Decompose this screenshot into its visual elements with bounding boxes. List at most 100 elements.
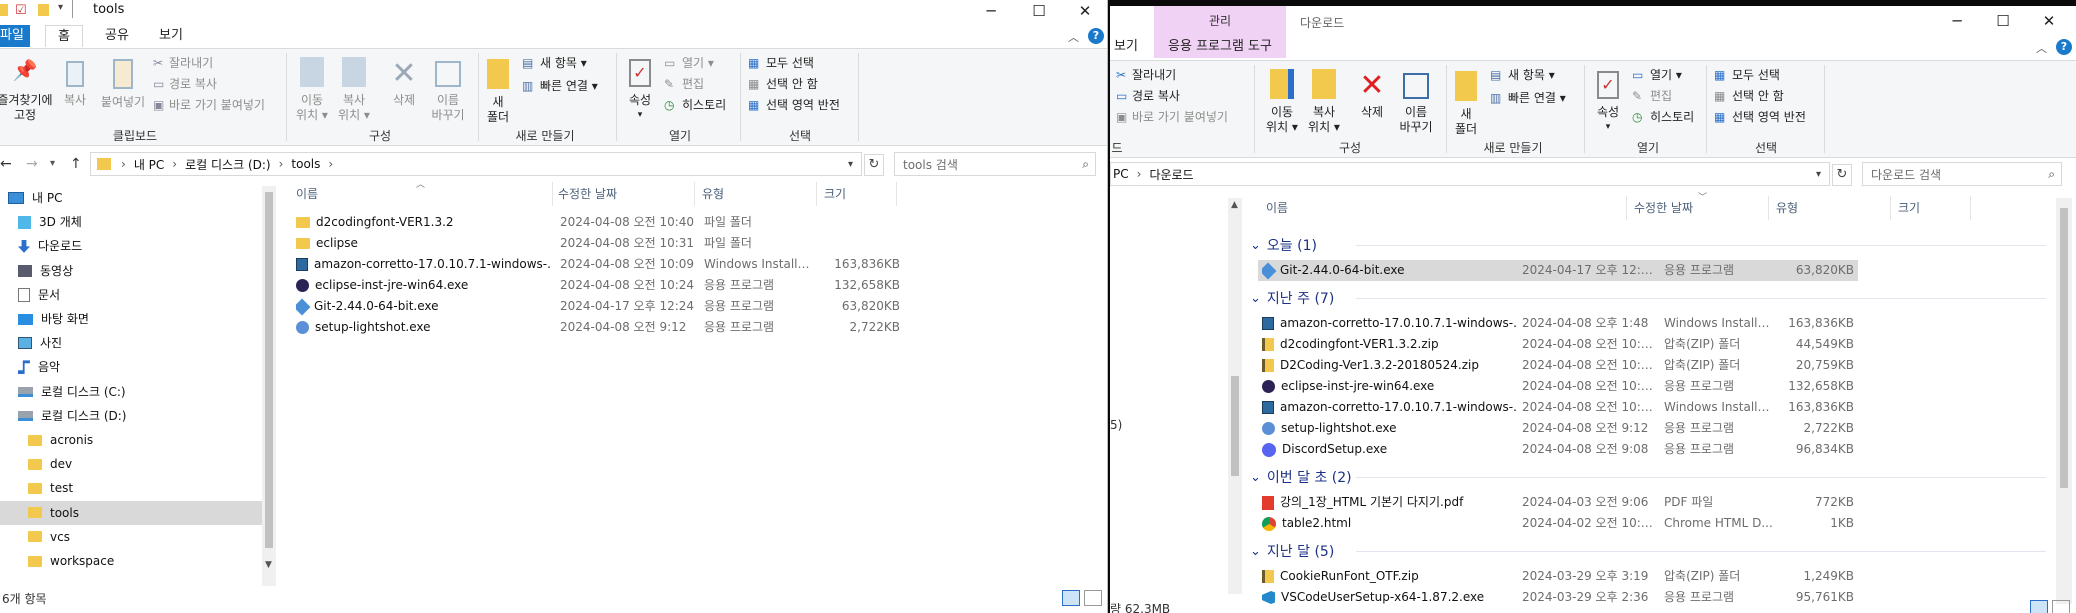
new-folder-button[interactable]: 새 폴더 bbox=[482, 57, 514, 125]
breadcrumb-item[interactable]: 다운로드 bbox=[1149, 166, 1193, 183]
file-row[interactable]: VSCodeUserSetup-x64-1.87.2.exe 2024-03-29… bbox=[1258, 587, 1858, 608]
easy-access-button[interactable]: ▥ 빠른 연결 ▾ bbox=[522, 76, 598, 96]
nav-item[interactable]: 내 PC bbox=[0, 186, 262, 210]
refresh-icon[interactable]: ↻ bbox=[864, 154, 884, 176]
tab-home[interactable]: 홈 bbox=[45, 25, 83, 47]
column-header-type[interactable]: 유형 bbox=[702, 182, 724, 206]
nav-item[interactable]: test bbox=[0, 476, 262, 500]
history-button[interactable]: ◷ 히스토리 bbox=[1632, 107, 1694, 127]
column-header-type[interactable]: 유형 bbox=[1776, 196, 1798, 220]
rename-button[interactable]: 이름 바꾸기 bbox=[428, 57, 468, 123]
file-row[interactable]: eclipse-inst-jre-win64.exe 2024-04-08 오전 … bbox=[296, 275, 900, 296]
column-header-date[interactable]: 수정한 날짜 bbox=[558, 182, 617, 206]
paste-shortcut-button[interactable]: ▣ 바로 가기 붙여넣기 bbox=[1116, 107, 1228, 127]
back-arrow-icon[interactable]: ← bbox=[0, 156, 12, 172]
pin-quick-access-button[interactable]: 📌 즐겨찾기에 고정 bbox=[0, 60, 54, 123]
file-row[interactable]: DiscordSetup.exe 2024-04-08 오전 9:08 응용 프로그… bbox=[1258, 439, 1858, 460]
open-button[interactable]: ▭ 열기 ▾ bbox=[1632, 65, 1682, 85]
column-header-name[interactable]: 이름 bbox=[1266, 196, 1288, 220]
group-header[interactable]: ⌄ 지난 주 (7) bbox=[1250, 287, 1334, 309]
copy-to-button[interactable]: 복사 위치 ▾ bbox=[334, 57, 374, 123]
scroll-up-arrow-icon[interactable]: ▲ bbox=[1231, 200, 1238, 210]
file-row[interactable]: Git-2.44.0-64-bit.exe 2024-04-17 오후 12:24… bbox=[296, 296, 900, 317]
move-to-button[interactable]: 이동 위치 ▾ bbox=[292, 57, 332, 123]
nav-item[interactable]: 로컬 디스크 (D:) bbox=[0, 404, 262, 428]
customize-quick-access-icon[interactable]: ▾ bbox=[58, 2, 63, 13]
breadcrumb-item[interactable]: tools bbox=[291, 157, 320, 171]
scrollbar-thumb[interactable] bbox=[265, 192, 273, 548]
invert-selection-button[interactable]: ▦ 선택 영역 반전 bbox=[748, 95, 840, 115]
maximize-button[interactable]: ☐ bbox=[1016, 0, 1062, 22]
file-row[interactable]: d2codingfont-VER1.3.2.zip 2024-04-08 오전 1… bbox=[1258, 334, 1858, 355]
new-item-button[interactable]: ▤ 새 항목 ▾ bbox=[1490, 65, 1555, 85]
nav-scrollbar[interactable]: ▼ bbox=[262, 186, 276, 586]
nav-item[interactable]: 바탕 화면 bbox=[0, 307, 262, 331]
properties-button[interactable]: ✓ 속성 ▾ bbox=[1588, 69, 1628, 135]
group-header[interactable]: ⌄ 이번 달 초 (2) bbox=[1250, 466, 1352, 488]
help-icon[interactable]: ? bbox=[1088, 28, 1104, 44]
details-view-icon[interactable] bbox=[1062, 590, 1080, 606]
file-row[interactable]: D2Coding-Ver1.3.2-20180524.zip 2024-04-08… bbox=[1258, 355, 1858, 376]
file-row[interactable]: setup-lightshot.exe 2024-04-08 오전 9:12 응용 … bbox=[296, 317, 900, 338]
large-icons-view-icon[interactable] bbox=[2052, 600, 2070, 613]
invert-selection-button[interactable]: ▦ 선택 영역 반전 bbox=[1714, 107, 1806, 127]
column-header-date[interactable]: 수정한 날짜 bbox=[1634, 196, 1693, 220]
nav-item[interactable]: acronis bbox=[0, 428, 262, 452]
group-header[interactable]: ⌄ 지난 달 (5) bbox=[1250, 540, 1334, 562]
select-none-button[interactable]: ▦ 선택 안 함 bbox=[748, 74, 818, 94]
file-row[interactable]: d2codingfont-VER1.3.2 2024-04-08 오전 10:40… bbox=[296, 212, 896, 233]
context-tab-manage[interactable]: 관리 bbox=[1154, 6, 1286, 36]
rename-button[interactable]: 이름 바꾸기 bbox=[1396, 69, 1436, 135]
file-list-scrollbar[interactable] bbox=[2056, 198, 2072, 604]
nav-item[interactable]: 3D 개체 bbox=[0, 210, 262, 234]
search-input[interactable]: tools 검색 ⌕ bbox=[894, 152, 1096, 176]
file-row[interactable]: amazon-corretto-17.0.10.7.1-windows-... 2… bbox=[1258, 397, 1858, 418]
nav-item[interactable]: 동영상 bbox=[0, 259, 262, 283]
up-arrow-icon[interactable]: ↑ bbox=[70, 156, 82, 172]
file-row[interactable]: eclipse-inst-jre-win64.exe 2024-04-08 오전 … bbox=[1258, 376, 1858, 397]
minimize-button[interactable]: ─ bbox=[968, 0, 1014, 22]
collapse-ribbon-icon[interactable]: ︿ bbox=[2036, 40, 2047, 56]
nav-item[interactable]: dev bbox=[0, 452, 262, 476]
paste-shortcut-button[interactable]: ▣ 바로 가기 붙여넣기 bbox=[153, 95, 265, 115]
tab-file[interactable]: 파일 bbox=[0, 25, 30, 47]
file-row[interactable]: CookieRunFont_OTF.zip 2024-03-29 오후 3:19 압… bbox=[1258, 566, 1858, 587]
breadcrumb-item[interactable]: 내 PC bbox=[134, 156, 164, 173]
new-folder-button[interactable]: 새 폴더 bbox=[1450, 69, 1482, 137]
nav-item[interactable]: vcs bbox=[0, 525, 262, 549]
copy-path-button[interactable]: ▭ 경로 복사 bbox=[1116, 86, 1180, 106]
refresh-icon[interactable]: ↻ bbox=[1832, 164, 1852, 186]
file-row[interactable]: eclipse 2024-04-08 오전 10:31 파일 폴더 bbox=[296, 233, 896, 254]
tab-application-tools[interactable]: 응용 프로그램 도구 bbox=[1154, 36, 1286, 58]
select-none-button[interactable]: ▦ 선택 안 함 bbox=[1714, 86, 1784, 106]
easy-access-button[interactable]: ▥ 빠른 연결 ▾ bbox=[1490, 88, 1566, 108]
nav-item[interactable]: workspace bbox=[0, 549, 262, 573]
file-row[interactable]: Git-2.44.0-64-bit.exe 2024-04-17 오후 12:24… bbox=[1258, 260, 1858, 281]
address-bar[interactable]: › 내 PC › 로컬 디스크 (D:) › tools › ▾ bbox=[90, 152, 862, 176]
new-item-button[interactable]: ▤ 새 항목 ▾ bbox=[522, 53, 587, 73]
nav-item[interactable]: 음악 bbox=[0, 355, 262, 379]
copy-to-button[interactable]: 복사 위치 ▾ bbox=[1304, 69, 1344, 135]
breadcrumb-item[interactable]: 로컬 디스크 (D:) bbox=[185, 156, 270, 173]
details-view-icon[interactable] bbox=[2030, 600, 2048, 613]
history-button[interactable]: ◷ 히스토리 bbox=[664, 95, 726, 115]
scroll-down-arrow-icon[interactable]: ▼ bbox=[265, 560, 272, 570]
breadcrumb-item[interactable]: PC bbox=[1113, 167, 1129, 181]
close-button[interactable]: ✕ bbox=[2026, 10, 2072, 32]
paste-button[interactable]: 붙여넣기 bbox=[98, 57, 148, 110]
nav-item[interactable]: tools bbox=[0, 500, 262, 525]
nav-item[interactable]: 로컬 디스크 (C:) bbox=[0, 380, 262, 404]
collapse-ribbon-icon[interactable]: ︿ bbox=[1068, 29, 1079, 45]
delete-button[interactable]: ✕ 삭제 bbox=[1352, 69, 1392, 120]
tab-view[interactable]: 보기 bbox=[1110, 36, 1142, 58]
scrollbar-thumb[interactable] bbox=[2060, 208, 2068, 488]
minimize-button[interactable]: ─ bbox=[1934, 10, 1980, 32]
copy-path-button[interactable]: ▭ 경로 복사 bbox=[153, 74, 217, 94]
edit-button[interactable]: ✎ 편집 bbox=[664, 74, 704, 94]
file-row[interactable]: setup-lightshot.exe 2024-04-08 오전 9:12 응용 … bbox=[1258, 418, 1858, 439]
column-header-size[interactable]: 크기 bbox=[1898, 196, 1920, 220]
nav-item-fragment[interactable]: 5) bbox=[1110, 418, 1122, 432]
cut-button[interactable]: ✂ 잘라내기 bbox=[1116, 65, 1176, 85]
properties-button[interactable]: ✓ 속성 ▾ bbox=[620, 57, 660, 123]
select-all-button[interactable]: ▦ 모두 선택 bbox=[1714, 65, 1780, 85]
